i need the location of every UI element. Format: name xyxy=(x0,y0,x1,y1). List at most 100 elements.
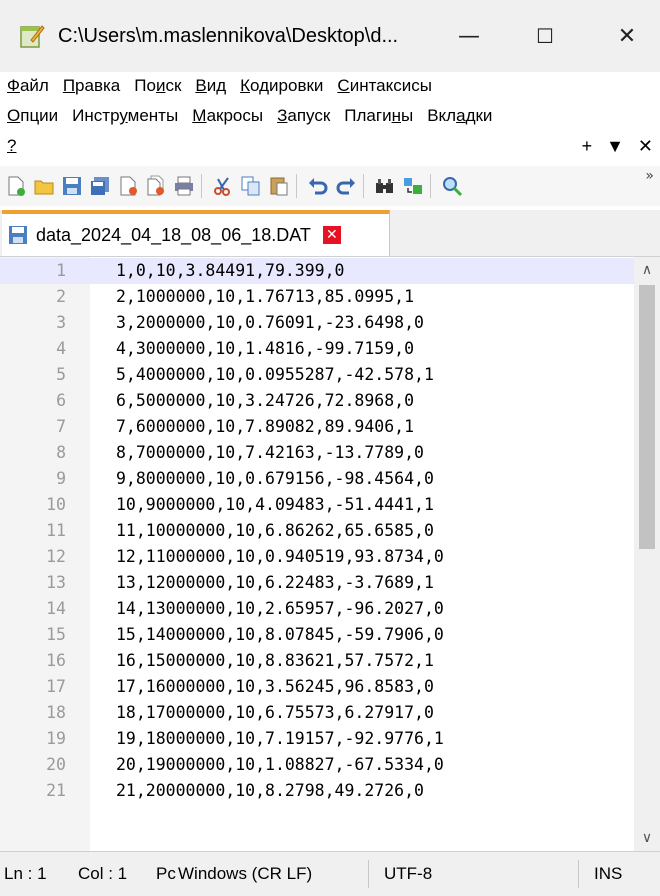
undo-icon[interactable] xyxy=(306,174,330,198)
editor-line[interactable]: 18 18,17000000,10,6.75573,6.27917,0 xyxy=(0,700,634,726)
close-document-button[interactable]: ✕ xyxy=(631,136,660,157)
line-text: 8,7000000,10,7.42163,-13.7789,0 xyxy=(116,443,424,462)
open-file-icon[interactable] xyxy=(32,174,56,198)
document-tab[interactable]: data_2024_04_18_08_06_18.DAT ✕ xyxy=(2,210,390,256)
line-number: 21 xyxy=(46,781,66,800)
status-eol-format[interactable]: Windows (CR LF) xyxy=(178,852,312,896)
status-insert-mode[interactable]: INS xyxy=(594,852,622,896)
line-text: 19,18000000,10,7.19157,-92.9776,1 xyxy=(116,729,444,748)
editor-line[interactable]: 9 9,8000000,10,0.679156,-98.4564,0 xyxy=(0,466,634,492)
redo-icon[interactable] xyxy=(334,174,358,198)
scroll-down-icon[interactable]: ∨ xyxy=(634,825,660,851)
menu-item-1[interactable]: Правка xyxy=(56,76,127,96)
editor-line[interactable]: 11 11,10000000,10,6.86262,65.6585,0 xyxy=(0,518,634,544)
line-number: 9 xyxy=(56,469,66,488)
replace-icon[interactable] xyxy=(401,174,425,198)
print-icon[interactable] xyxy=(172,174,196,198)
editor-line[interactable]: 17 17,16000000,10,3.56245,96.8583,0 xyxy=(0,674,634,700)
editor-line[interactable]: 3 3,2000000,10,0.76091,-23.6498,0 xyxy=(0,310,634,336)
menu-item-1[interactable]: Инструменты xyxy=(65,106,185,126)
editor-line[interactable]: 12 12,11000000,10,0.940519,93.8734,0 xyxy=(0,544,634,570)
close-icon[interactable] xyxy=(116,174,140,198)
editor-line[interactable]: 19 19,18000000,10,7.19157,-92.9776,1 xyxy=(0,726,634,752)
editor-line[interactable]: 15 15,14000000,10,8.07845,-59.7906,0 xyxy=(0,622,634,648)
line-number: 7 xyxy=(56,417,66,436)
paste-icon[interactable] xyxy=(267,174,291,198)
new-file-icon[interactable] xyxy=(4,174,28,198)
editor-line[interactable]: 1 1,0,10,3.84491,79.399,0 xyxy=(0,258,634,284)
notepad-plus-plus-icon xyxy=(20,25,45,48)
toolbar: » xyxy=(0,166,660,206)
line-number: 20 xyxy=(46,755,66,774)
line-number: 11 xyxy=(46,521,66,540)
menu-item-5[interactable]: Вкладки xyxy=(420,106,499,126)
save-all-icon[interactable] xyxy=(88,174,112,198)
find-icon[interactable] xyxy=(373,174,397,198)
editor-line[interactable]: 16 16,15000000,10,8.83621,57.7572,1 xyxy=(0,648,634,674)
line-text: 15,14000000,10,8.07845,-59.7906,0 xyxy=(116,625,444,644)
line-number: 4 xyxy=(56,339,66,358)
scroll-up-icon[interactable]: ∧ xyxy=(634,257,660,283)
minimize-button[interactable]: — xyxy=(438,0,500,72)
menu-item-3[interactable]: Запуск xyxy=(270,106,337,126)
zoom-icon[interactable] xyxy=(440,174,464,198)
editor-line[interactable]: 7 7,6000000,10,7.89082,89.9406,1 xyxy=(0,414,634,440)
line-number: 2 xyxy=(56,287,66,306)
menu-item-0[interactable]: Файл xyxy=(0,76,56,96)
cut-icon[interactable] xyxy=(211,174,235,198)
editor-line[interactable]: 8 8,7000000,10,7.42163,-13.7789,0 xyxy=(0,440,634,466)
saved-file-icon xyxy=(9,226,27,244)
maximize-button[interactable]: ☐ xyxy=(514,0,576,72)
new-tab-button[interactable]: + xyxy=(575,136,600,157)
menu-item-2[interactable]: Макросы xyxy=(185,106,270,126)
menu-item-5[interactable]: Синтаксисы xyxy=(330,76,439,96)
editor-line[interactable]: 20 20,19000000,10,1.08827,-67.5334,0 xyxy=(0,752,634,778)
status-position: Pc xyxy=(156,864,176,883)
text-editor[interactable]: 1 1,0,10,3.84491,79.399,0 2 2,1000000,10,1.… xyxy=(0,257,660,851)
menu-item-2[interactable]: Поиск xyxy=(127,76,188,96)
editor-line[interactable]: 4 4,3000000,10,1.4816,-99.7159,0 xyxy=(0,336,634,362)
line-number: 1 xyxy=(56,261,66,280)
tab-close-button[interactable]: ✕ xyxy=(322,226,341,244)
line-number: 17 xyxy=(46,677,66,696)
editor-line[interactable]: 2 2,1000000,10,1.76713,85.0995,1 xyxy=(0,284,634,310)
menu-bar-row-3: ? + ▼ ✕ xyxy=(0,132,660,160)
line-text: 18,17000000,10,6.75573,6.27917,0 xyxy=(116,703,434,722)
tab-label: data_2024_04_18_08_06_18.DAT xyxy=(36,224,311,245)
line-text: 10,9000000,10,4.09483,-51.4441,1 xyxy=(116,495,434,514)
toolbar-separator xyxy=(363,174,364,198)
status-line: Ln : 1 xyxy=(4,864,47,883)
menu-item-4[interactable]: Кодировки xyxy=(233,76,330,96)
editor-line[interactable]: 14 14,13000000,10,2.65957,-96.2027,0 xyxy=(0,596,634,622)
toolbar-overflow-button[interactable]: » xyxy=(645,168,654,184)
line-number: 15 xyxy=(46,625,66,644)
copy-icon[interactable] xyxy=(239,174,263,198)
editor-line[interactable]: 10 10,9000000,10,4.09483,-51.4441,1 xyxy=(0,492,634,518)
line-number: 18 xyxy=(46,703,66,722)
line-text: 17,16000000,10,3.56245,96.8583,0 xyxy=(116,677,434,696)
vertical-scrollbar[interactable]: ∧ ∨ xyxy=(634,257,660,851)
scrollbar-thumb[interactable] xyxy=(639,285,655,549)
tab-list-button[interactable]: ▼ xyxy=(599,136,631,157)
close-all-icon[interactable] xyxy=(144,174,168,198)
editor-line[interactable]: 5 5,4000000,10,0.0955287,-42.578,1 xyxy=(0,362,634,388)
editor-line[interactable]: 6 6,5000000,10,3.24726,72.8968,0 xyxy=(0,388,634,414)
line-text: 16,15000000,10,8.83621,57.7572,1 xyxy=(116,651,434,670)
line-number: 6 xyxy=(56,391,66,410)
menu-help[interactable]: ? xyxy=(0,136,23,156)
editor-line[interactable]: 13 13,12000000,10,6.22483,-3.7689,1 xyxy=(0,570,634,596)
line-number: 3 xyxy=(56,313,66,332)
line-text: 7,6000000,10,7.89082,89.9406,1 xyxy=(116,417,415,436)
close-window-button[interactable]: ✕ xyxy=(596,0,658,72)
line-number: 14 xyxy=(46,599,66,618)
save-icon[interactable] xyxy=(60,174,84,198)
menu-item-3[interactable]: Вид xyxy=(188,76,233,96)
line-text: 9,8000000,10,0.679156,-98.4564,0 xyxy=(116,469,434,488)
status-encoding[interactable]: UTF-8 xyxy=(384,852,432,896)
editor-line[interactable]: 21 21,20000000,10,8.2798,49.2726,0 xyxy=(0,778,634,804)
menu-item-4[interactable]: Плагины xyxy=(337,106,420,126)
menu-item-0[interactable]: Опции xyxy=(0,106,65,126)
status-divider xyxy=(368,860,369,888)
line-text: 4,3000000,10,1.4816,-99.7159,0 xyxy=(116,339,415,358)
line-text: 6,5000000,10,3.24726,72.8968,0 xyxy=(116,391,415,410)
